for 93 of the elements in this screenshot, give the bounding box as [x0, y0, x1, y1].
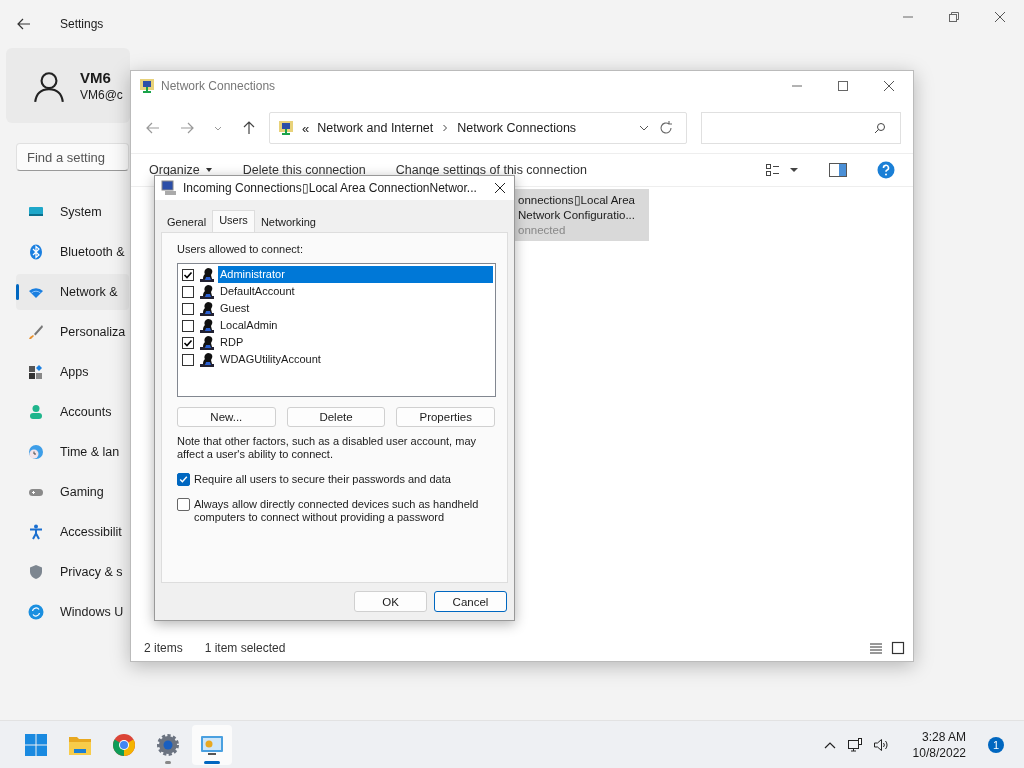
ok-button[interactable]: OK [354, 591, 427, 612]
user-icon [199, 317, 215, 334]
tab[interactable]: Users [212, 210, 255, 232]
view-options-icon[interactable] [765, 162, 781, 178]
note-text: Note that other factors, such as a disabled user account, may affect a user's ability to connect. [177, 435, 477, 461]
details-view-icon[interactable] [869, 641, 883, 655]
account-card[interactable]: VM6 VM6@c [6, 48, 130, 123]
apps-icon [28, 364, 44, 380]
preview-pane-icon[interactable] [829, 161, 847, 179]
toolbar-button[interactable]: Organize [149, 163, 213, 177]
notification-badge[interactable]: 1 [988, 736, 1004, 753]
close-icon[interactable] [883, 80, 895, 92]
list-button[interactable]: Delete [286, 407, 386, 427]
up-icon[interactable] [241, 120, 257, 136]
dropdown-icon[interactable] [789, 165, 799, 175]
nav-item[interactable]: Personaliza [16, 314, 129, 350]
restore-icon[interactable] [948, 11, 960, 23]
nav-item[interactable]: Network & [16, 274, 129, 310]
network-icon[interactable] [846, 736, 863, 753]
close-icon[interactable] [994, 11, 1006, 23]
clock-icon [28, 444, 44, 460]
nav-item[interactable]: Gaming [16, 474, 129, 510]
search-field[interactable]: Find a setting [16, 143, 129, 171]
tab[interactable]: Networking [254, 214, 322, 232]
network-folder-icon [278, 120, 294, 136]
checkbox[interactable] [182, 353, 194, 366]
user-icon [199, 351, 215, 368]
checkbox[interactable] [182, 268, 194, 281]
refresh-icon[interactable] [658, 120, 674, 136]
checkbox[interactable] [177, 498, 190, 511]
user-icon [199, 266, 215, 283]
toolbar-button[interactable]: Change settings of this connection [395, 163, 587, 177]
account-email: VM6@c [80, 88, 123, 102]
nav-item[interactable]: Accounts [16, 394, 129, 430]
shield-icon [28, 564, 44, 580]
window-title: Network Connections [161, 79, 276, 93]
user-name[interactable]: RDP [218, 334, 493, 351]
list-button[interactable]: New... [177, 407, 276, 427]
nav-item[interactable]: Apps [16, 354, 129, 390]
clock[interactable]: 3:28 AM 10/8/2022 [912, 728, 966, 761]
user-name[interactable]: WDAGUtilityAccount [218, 351, 493, 368]
user-icon [199, 334, 215, 351]
close-icon[interactable] [494, 182, 506, 194]
checkbox[interactable] [182, 302, 194, 315]
help-icon[interactable] [877, 161, 895, 179]
list-button[interactable]: Properties [396, 407, 495, 427]
checkbox[interactable] [182, 336, 194, 349]
windows-logo-icon [24, 732, 48, 757]
dialog-title: Incoming Connections▯Local Area ConnectionNetwor... [183, 181, 477, 195]
tiles-view-icon[interactable] [891, 641, 905, 655]
browser-icon [112, 732, 136, 757]
brush-icon [28, 324, 44, 340]
checkbox[interactable] [182, 319, 194, 332]
forward-icon[interactable] [179, 120, 195, 136]
nav-item[interactable]: Privacy & s [16, 554, 129, 590]
search-icon [874, 122, 886, 134]
item-count: 2 items [144, 641, 183, 655]
volume-icon[interactable] [872, 736, 889, 753]
gear-icon [156, 732, 180, 757]
list-label: Users allowed to connect: [177, 243, 304, 255]
chevron-icon [441, 124, 450, 132]
computer-icon [161, 180, 177, 196]
nav-item[interactable]: System [16, 194, 129, 230]
tab[interactable]: General [161, 214, 213, 232]
user-name[interactable]: Administrator [218, 266, 493, 283]
user-name[interactable]: Guest [218, 300, 493, 317]
accessibility-icon [28, 524, 44, 540]
back-icon[interactable] [16, 16, 32, 32]
cancel-button[interactable]: Cancel [434, 591, 507, 612]
user-icon [199, 300, 215, 317]
user-name[interactable]: LocalAdmin [218, 317, 493, 334]
maximize-icon[interactable] [837, 80, 849, 92]
nav-item[interactable]: Windows U [16, 594, 129, 630]
user-icon [199, 283, 215, 300]
person-icon [28, 404, 44, 420]
checkbox[interactable] [177, 473, 190, 486]
option-label: Always allow directly connected devices such as handheld computers to connect without providing a password [194, 498, 480, 524]
window-title: Settings [60, 17, 104, 31]
update-icon [28, 604, 44, 620]
account-name: VM6 [80, 69, 112, 86]
bluetooth-icon [28, 244, 44, 260]
search-field[interactable] [701, 112, 901, 144]
checkbox[interactable] [182, 285, 194, 298]
selection-count: 1 item selected [204, 641, 286, 655]
nav-item[interactable]: Bluetooth & [16, 234, 129, 270]
toolbar-button[interactable]: Delete this connection [242, 163, 366, 177]
network-folder-icon [139, 78, 155, 94]
nav-item[interactable]: Accessibilit [16, 514, 129, 550]
address-bar[interactable]: « Network and Internet Network Connections [269, 112, 687, 144]
option-label: Require all users to secure their passwords and data [194, 473, 452, 486]
nav-item[interactable]: Time & lan [16, 434, 129, 470]
user-name[interactable]: DefaultAccount [218, 283, 493, 300]
taskbar-button[interactable] [192, 724, 232, 765]
